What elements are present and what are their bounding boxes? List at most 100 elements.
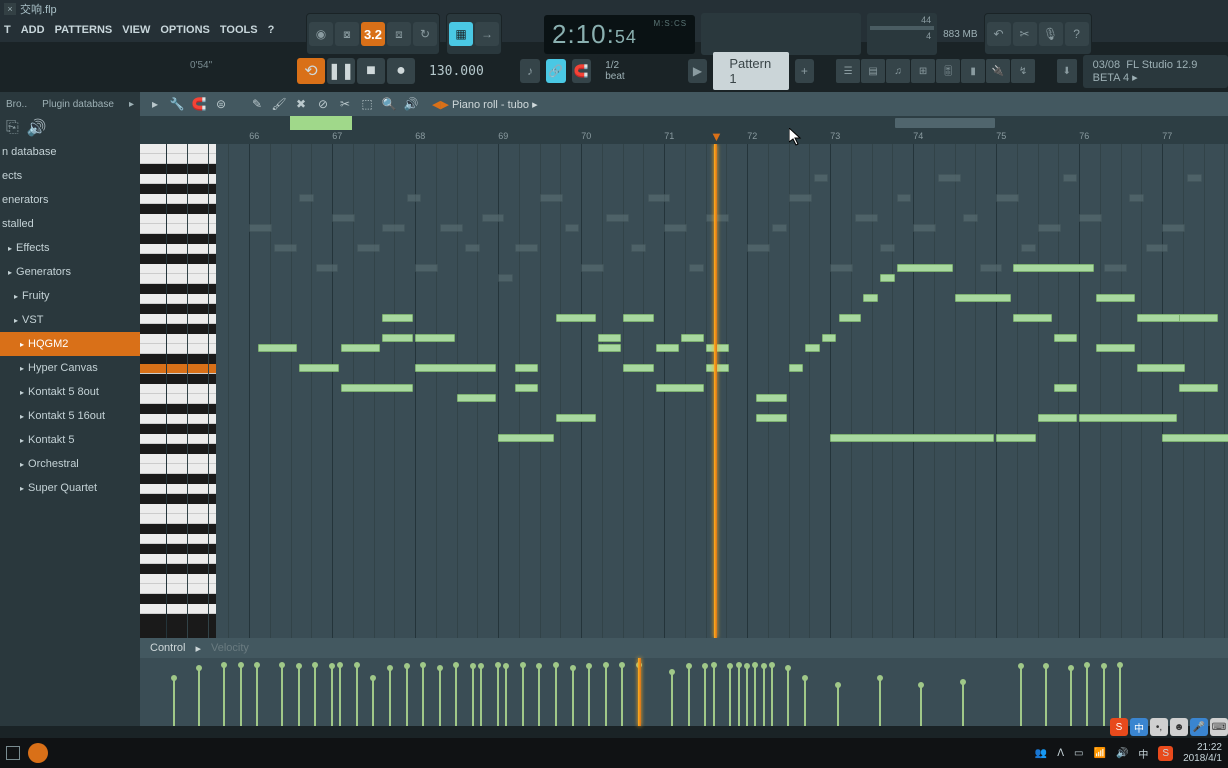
piano-key[interactable] xyxy=(140,164,216,174)
velocity-handle[interactable] xyxy=(918,682,924,688)
midi-note[interactable] xyxy=(656,384,704,392)
pr-zoom-icon[interactable]: 🔍 xyxy=(380,95,398,113)
velocity-handle[interactable] xyxy=(503,663,509,669)
ime-kb-icon[interactable]: ⌨ xyxy=(1210,718,1228,736)
velocity-bar[interactable] xyxy=(422,665,424,726)
velocity-handle[interactable] xyxy=(1018,663,1024,669)
velocity-bar[interactable] xyxy=(787,668,789,726)
velocity-bar[interactable] xyxy=(763,666,765,726)
piano-key[interactable] xyxy=(140,524,216,534)
velocity-bar[interactable] xyxy=(455,665,457,726)
velocity-handle[interactable] xyxy=(312,662,318,668)
midi-note[interactable] xyxy=(1054,384,1077,392)
wait-icon[interactable]: ⧇ xyxy=(335,22,359,46)
piano-key[interactable] xyxy=(140,514,216,524)
velocity-handle[interactable] xyxy=(1117,662,1123,668)
velocity-handle[interactable] xyxy=(329,663,335,669)
mixer-icon[interactable]: 🎚 xyxy=(936,59,960,83)
velocity-handle[interactable] xyxy=(686,663,692,669)
menu-file[interactable]: T xyxy=(4,24,11,36)
browser-item[interactable]: ▸Generators xyxy=(0,260,140,284)
midi-note[interactable] xyxy=(1137,364,1185,372)
midi-note[interactable] xyxy=(656,344,679,352)
velocity-handle[interactable] xyxy=(404,663,410,669)
ime-emoji-icon[interactable]: ☻ xyxy=(1170,718,1188,736)
velocity-bar[interactable] xyxy=(173,678,175,726)
velocity-bar[interactable] xyxy=(555,665,557,726)
menu-options[interactable]: OPTIONS xyxy=(160,24,210,36)
velocity-bar[interactable] xyxy=(198,668,200,726)
velocity-handle[interactable] xyxy=(196,665,202,671)
clock-date[interactable]: 2018/4/1 xyxy=(1183,753,1222,764)
rec-audio-icon[interactable]: 🎙 xyxy=(1039,22,1063,46)
midi-note[interactable] xyxy=(706,344,729,352)
velocity-bar[interactable] xyxy=(389,668,391,726)
piano-key[interactable] xyxy=(140,234,216,244)
piano-key[interactable] xyxy=(140,374,216,384)
piano-key[interactable] xyxy=(140,274,216,284)
browser-icon[interactable]: ▮ xyxy=(961,59,985,83)
midi-note[interactable] xyxy=(1162,434,1228,442)
midi-note[interactable] xyxy=(1179,314,1219,322)
piano-key[interactable] xyxy=(140,424,216,434)
velocity-bar[interactable] xyxy=(314,665,316,726)
piano-key[interactable] xyxy=(140,454,216,464)
pr-timeline[interactable]: 666768697071727374757677▼ xyxy=(140,130,1228,144)
midi-note[interactable] xyxy=(258,344,298,352)
browser-audio-icon[interactable]: 🔊 xyxy=(27,118,47,138)
velocity-bar[interactable] xyxy=(281,665,283,726)
midi-note[interactable] xyxy=(756,414,787,422)
piano-key[interactable] xyxy=(140,184,216,194)
velocity-bar[interactable] xyxy=(505,666,507,726)
velocity-handle[interactable] xyxy=(495,662,501,668)
pr-wrench-icon[interactable]: 🔧 xyxy=(168,95,186,113)
velocity-bar[interactable] xyxy=(754,665,756,726)
piano-key[interactable] xyxy=(140,554,216,564)
piano-key[interactable] xyxy=(140,174,216,184)
cut-icon[interactable]: ✂ xyxy=(1013,22,1037,46)
piano-key[interactable] xyxy=(140,194,216,204)
midi-note[interactable] xyxy=(1054,334,1077,342)
velocity-bar[interactable] xyxy=(962,682,964,726)
velocity-handle[interactable] xyxy=(370,675,376,681)
pr-draw-icon[interactable]: ✎ xyxy=(248,95,266,113)
velocity-bar[interactable] xyxy=(256,665,258,726)
pattern-selector[interactable]: Pattern 1 xyxy=(713,52,788,90)
browser-copy-icon[interactable]: ⎘ xyxy=(6,119,19,137)
midi-note[interactable] xyxy=(996,434,1036,442)
midi-note[interactable] xyxy=(897,264,953,272)
velocity-handle[interactable] xyxy=(603,662,609,668)
tray-wifi-icon[interactable]: 📶 xyxy=(1093,748,1105,759)
save-icon[interactable]: ⬇ xyxy=(1057,59,1077,83)
piano-key[interactable] xyxy=(140,594,216,604)
piano-key[interactable] xyxy=(140,474,216,484)
velocity-bar[interactable] xyxy=(480,666,482,726)
piano-key[interactable] xyxy=(140,494,216,504)
velocity-handle[interactable] xyxy=(711,662,717,668)
pr-magnet-icon[interactable]: 🧲 xyxy=(190,95,208,113)
piano-key[interactable] xyxy=(140,244,216,254)
velocity-bar[interactable] xyxy=(837,685,839,726)
pr-slice-icon[interactable]: ✂ xyxy=(336,95,354,113)
browser-item[interactable]: ▸Effects xyxy=(0,236,140,260)
tray-battery-icon[interactable]: ▭ xyxy=(1074,748,1083,759)
piano-key[interactable] xyxy=(140,584,216,594)
browser-item[interactable]: ▸Orchestral xyxy=(0,452,140,476)
piano-key[interactable] xyxy=(140,154,216,164)
piano-key[interactable] xyxy=(140,224,216,234)
midi-note[interactable] xyxy=(863,294,878,302)
piano-key[interactable] xyxy=(140,504,216,514)
velocity-bar[interactable] xyxy=(240,665,242,726)
tempo-tap-icon[interactable]: ↯ xyxy=(1011,59,1035,83)
pr-loop-marker[interactable] xyxy=(290,116,352,130)
piano-key[interactable] xyxy=(140,364,216,374)
browser-item[interactable]: n database xyxy=(0,140,140,164)
velocity-handle[interactable] xyxy=(586,663,592,669)
midi-note[interactable] xyxy=(515,364,538,372)
pr-paint-icon[interactable]: 🖌 xyxy=(270,95,288,113)
velocity-handle[interactable] xyxy=(1101,663,1107,669)
velocity-handle[interactable] xyxy=(619,662,625,668)
midi-note[interactable] xyxy=(556,414,596,422)
blend-icon[interactable]: ⧈ xyxy=(387,22,411,46)
velocity-handle[interactable] xyxy=(744,663,750,669)
